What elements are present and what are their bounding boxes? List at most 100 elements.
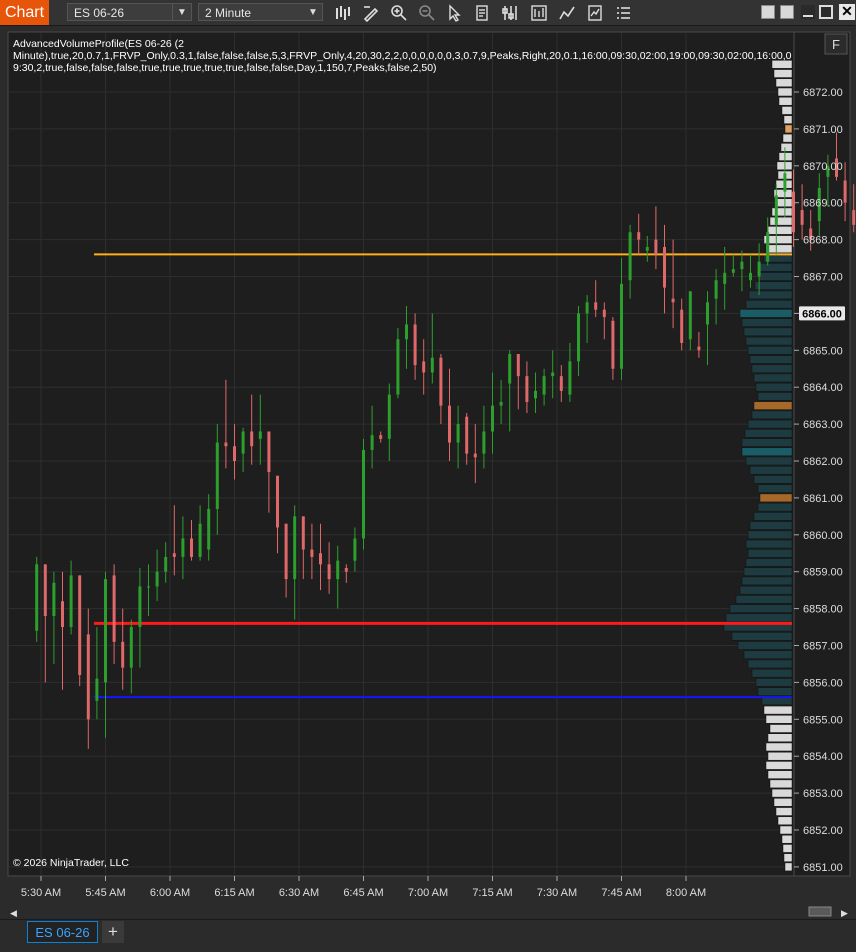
indicator-label-line1: AdvancedVolumeProfile(ES 06-26 (2 — [13, 38, 184, 50]
candle-body — [525, 376, 529, 402]
candle-body — [353, 538, 357, 561]
candle-body — [551, 372, 555, 377]
volume-profile-bar — [735, 595, 793, 604]
volume-profile-bar — [771, 788, 793, 798]
bar-type-icon[interactable] — [334, 4, 352, 22]
volume-profile-bar — [741, 438, 793, 447]
volume-profile-bar — [769, 779, 793, 789]
candle-body — [645, 246, 649, 251]
add-tab-button[interactable]: + — [102, 921, 124, 943]
f-button-label: F — [832, 37, 840, 52]
chevron-down-icon[interactable]: ▼ — [172, 4, 191, 20]
volume-profile-bar — [777, 816, 793, 826]
candle-body — [35, 564, 39, 631]
volume-profile-bar — [729, 604, 793, 613]
volume-profile-bar — [765, 715, 793, 724]
volume-profile-bar — [743, 650, 793, 659]
volume-profile-bar — [773, 798, 793, 807]
data-box-icon[interactable] — [474, 4, 492, 22]
candle-body — [774, 195, 778, 225]
price-tick-label: 6870.00 — [803, 161, 843, 173]
candle-body — [688, 291, 692, 340]
volume-profile-bar — [749, 521, 793, 530]
volume-profile-bar — [737, 641, 793, 650]
price-axis-area[interactable] — [793, 31, 851, 877]
scroll-right-icon[interactable]: ▶ — [841, 909, 848, 919]
volume-profile-bar — [745, 539, 793, 549]
candle-body — [757, 261, 761, 277]
volume-profile-bar — [743, 567, 793, 576]
volume-profile-bar — [741, 318, 793, 327]
strategies-icon[interactable] — [530, 4, 548, 22]
zoom-in-icon[interactable] — [390, 4, 408, 22]
close-icon[interactable]: ✕ — [839, 4, 855, 20]
link-window-icon[interactable] — [780, 5, 794, 19]
candle-body — [327, 564, 331, 580]
price-tick-label: 6864.00 — [803, 382, 843, 394]
volume-profile-bar — [753, 512, 793, 521]
price-tick-label: 6857.00 — [803, 641, 843, 653]
interval-value: 2 Minute — [205, 6, 252, 20]
price-tick-label: 6861.00 — [803, 493, 843, 505]
indicator-label-line3: 9:30,2,true,false,false,false,true,true,… — [13, 62, 437, 74]
price-tick-label: 6860.00 — [803, 530, 843, 542]
interval-selector[interactable]: 2 Minute ▼ — [198, 3, 323, 21]
volume-profile-bar — [763, 705, 793, 715]
f-button[interactable]: F — [824, 33, 848, 55]
candle-body — [69, 575, 73, 628]
tab-es-06-26[interactable]: ES 06-26 — [27, 921, 98, 943]
candle-body — [293, 516, 297, 580]
maximize-icon[interactable] — [819, 5, 833, 19]
plot-area[interactable] — [7, 31, 795, 877]
drawing-tool-icon[interactable] — [362, 4, 380, 22]
candle-body — [344, 568, 348, 572]
time-tick-label: 5:30 AM — [21, 887, 61, 899]
scrollbar-thumb[interactable] — [808, 906, 832, 917]
candle-body — [663, 246, 666, 288]
candle-body — [129, 627, 133, 668]
more-menu-icon[interactable] — [614, 4, 632, 22]
volume-profile-bar — [741, 576, 793, 586]
candle-body — [190, 538, 193, 557]
volume-profile-bar — [759, 263, 793, 272]
candle-body — [731, 269, 735, 273]
candle-body — [396, 339, 400, 395]
candle-body — [740, 261, 744, 270]
candle-body — [620, 283, 623, 369]
volume-profile-bar — [778, 96, 793, 106]
indicators-icon[interactable] — [558, 4, 576, 22]
volume-profile-bar — [725, 613, 793, 623]
candle-body — [43, 564, 47, 616]
tile-window-icon[interactable] — [761, 5, 775, 19]
properties-icon[interactable] — [502, 4, 520, 22]
candle-body — [207, 508, 211, 550]
chart-panel[interactable]: 6872.00 6871.00 6870.00 6869.00 6868.00 6867.… — [0, 26, 856, 919]
price-tick-label: 6872.00 — [803, 87, 843, 99]
candle-body — [422, 361, 426, 373]
pointer-icon[interactable] — [446, 4, 464, 22]
templates-icon[interactable] — [586, 4, 604, 22]
candle-body — [276, 475, 279, 528]
candle-body — [456, 424, 460, 443]
volume-profile-bar — [767, 733, 793, 742]
volume-profile-bar — [769, 216, 793, 226]
scroll-left-icon[interactable]: ◀ — [10, 909, 17, 919]
candle-body — [439, 357, 443, 406]
chevron-down-icon[interactable]: ▼ — [304, 4, 322, 20]
volume-profile-bar — [759, 493, 793, 503]
chart-window-label[interactable]: Chart — [0, 0, 49, 25]
volume-profile-bar — [757, 392, 793, 401]
candle-body — [370, 435, 374, 450]
minimize-icon[interactable] — [801, 5, 815, 19]
volume-profile-bar — [767, 751, 793, 761]
candle-body — [198, 523, 202, 557]
candle-body — [594, 302, 598, 310]
volume-profile-bar — [748, 290, 793, 300]
candle-body — [233, 446, 236, 461]
volume-profile-bar — [765, 742, 793, 752]
instrument-selector[interactable]: ES 06-26 ▼ — [67, 3, 192, 21]
zoom-out-icon[interactable] — [418, 4, 436, 22]
volume-profile-bar — [782, 844, 793, 853]
time-tick-label: 5:45 AM — [85, 887, 125, 899]
time-tick-label: 6:00 AM — [150, 887, 190, 899]
